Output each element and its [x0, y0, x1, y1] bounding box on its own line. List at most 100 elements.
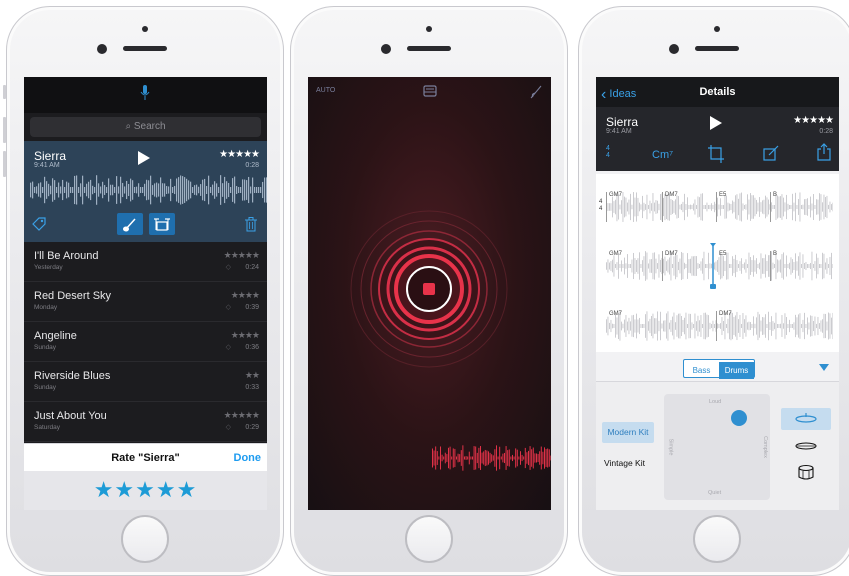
recording-rating[interactable]: ★★★★★	[219, 149, 260, 160]
mute-switch	[3, 85, 6, 99]
chord-label: DM7	[665, 192, 678, 198]
instrument-toggle[interactable]: Bass Drums	[683, 359, 755, 379]
hihat-button[interactable]	[781, 435, 831, 457]
drum-xy-pad[interactable]: Loud Quiet Simple Complex	[664, 394, 770, 500]
time-signature-bottom: 4	[599, 206, 603, 212]
drums-tab[interactable]: Drums	[719, 362, 754, 379]
pad-position-dot[interactable]	[731, 410, 747, 426]
chord-label: DM7	[665, 251, 678, 257]
recording-date: Saturday	[34, 424, 61, 431]
chord-row: GM7 DM7 E5 B	[606, 192, 833, 222]
time-signature-top: 4	[599, 199, 603, 205]
proximity-sensor	[142, 26, 148, 32]
pad-label-top: Loud	[709, 399, 722, 405]
share-icon[interactable]	[817, 143, 831, 161]
tag-icon: ◇	[225, 424, 231, 431]
proximity-sensor	[426, 26, 432, 32]
vintage-kit-option[interactable]: Vintage Kit	[604, 458, 645, 468]
chord-sheet[interactable]: 44 GM7 DM7 E5 B GM7 DM7 E5 B GM7 DM7	[596, 174, 839, 352]
list-item[interactable]: Angeline Sunday ★★★★ ◇ 0:36	[24, 322, 267, 362]
search-field[interactable]: ⌕ Search	[30, 117, 261, 137]
rate-sheet-header: Rate "Sierra" Done	[24, 443, 267, 472]
recording-date: Monday	[34, 304, 58, 311]
home-button	[121, 515, 169, 563]
recording-duration: 0:28	[819, 128, 833, 135]
recording-date: Sunday	[34, 344, 57, 351]
recording-duration: 0:24	[245, 264, 259, 271]
drum-panel: Modern Kit Vintage Kit Loud Quiet Simple…	[596, 381, 839, 510]
library-screen: ⌕ Search Sierra 9:41 AM ★★★★★ 0:28 I'll …	[24, 77, 267, 510]
recording-date: Yesterday	[34, 264, 63, 271]
stop-button[interactable]	[423, 283, 435, 295]
search-placeholder: Search	[133, 121, 166, 132]
snare-button[interactable]	[781, 462, 831, 484]
guitar-button[interactable]	[117, 213, 143, 235]
time-signature-label: 44	[599, 199, 602, 213]
recording-title: Riverside Blues	[34, 370, 111, 382]
recording-time: 9:41 AM	[606, 128, 632, 135]
chord-label: GM7	[609, 251, 623, 257]
front-camera	[669, 44, 679, 54]
auto-button[interactable]: AUTO	[316, 87, 335, 94]
bar-line	[662, 251, 663, 281]
collapse-triangle-icon[interactable]	[819, 364, 829, 371]
home-button	[693, 515, 741, 563]
phone-frame-details: ‹ Ideas Details Sierra 9:41 AM ★★★★★ 0:2…	[578, 6, 849, 576]
bar-line	[770, 251, 771, 281]
home-button	[405, 515, 453, 563]
recording-header: Sierra 9:41 AM ★★★★★ 0:28 4 4 Cm⁷	[596, 107, 839, 171]
edit-icon[interactable]	[763, 145, 779, 161]
recording-rating: ★★★★★	[223, 410, 260, 420]
library-tray-icon[interactable]	[423, 85, 437, 97]
tag-icon: ◇	[225, 264, 231, 271]
chord-label: B	[773, 251, 778, 257]
volume-up-button	[3, 117, 6, 143]
list-item[interactable]: Just About You Saturday ★★★★★ ◇ 0:29	[24, 402, 267, 442]
star-rating-picker[interactable]: ★★★★★	[24, 471, 267, 510]
play-icon[interactable]	[710, 116, 722, 130]
hihat-icon	[795, 442, 817, 450]
list-item[interactable]: Red Desert Sky Monday ★★★★ ◇ 0:39	[24, 282, 267, 322]
recording-duration: 0:33	[245, 384, 259, 391]
key-button[interactable]: Cm⁷	[652, 149, 673, 161]
drums-button[interactable]	[149, 213, 175, 235]
chord-row: GM7 DM7	[606, 311, 833, 341]
selected-recording[interactable]: Sierra 9:41 AM ★★★★★ 0:28	[24, 141, 267, 242]
chord-label: E5	[719, 251, 727, 257]
crop-icon[interactable]	[708, 145, 724, 163]
tag-icon: ◇	[225, 344, 231, 351]
bar-line	[716, 311, 717, 341]
bar-line	[662, 192, 663, 222]
earpiece-speaker	[407, 46, 451, 51]
pad-label-right: Complex	[762, 436, 769, 458]
bass-tab[interactable]: Bass	[684, 362, 719, 379]
details-screen: ‹ Ideas Details Sierra 9:41 AM ★★★★★ 0:2…	[596, 77, 839, 510]
playhead-handle[interactable]	[709, 243, 717, 289]
time-signature-top: 4	[606, 145, 610, 152]
tuner-icon[interactable]	[529, 85, 543, 99]
recording-title: I'll Be Around	[34, 250, 99, 262]
bar-line	[716, 192, 717, 222]
recording-toolbar	[24, 213, 267, 237]
chord-label: DM7	[719, 311, 732, 317]
chord-row: GM7 DM7 E5 B	[606, 243, 833, 289]
chord-label: GM7	[609, 192, 623, 198]
trash-icon[interactable]	[245, 217, 257, 232]
pad-label-left: Simple	[667, 438, 674, 456]
cymbal-button[interactable]	[781, 408, 831, 430]
recording-title: Red Desert Sky	[34, 290, 112, 302]
recording-rating[interactable]: ★★★★★	[793, 115, 834, 126]
tag-icon[interactable]	[32, 217, 46, 231]
done-button[interactable]: Done	[234, 452, 262, 464]
time-signature-button[interactable]: 4 4	[606, 145, 610, 159]
earpiece-speaker	[695, 46, 739, 51]
play-icon[interactable]	[138, 151, 150, 165]
recording-duration: 0:28	[245, 162, 259, 169]
search-icon: ⌕	[125, 121, 134, 132]
phone-frame-recorder: AUTO	[290, 6, 568, 576]
modern-kit-option[interactable]: Modern Kit	[602, 422, 654, 443]
waveform[interactable]	[30, 175, 267, 205]
list-item[interactable]: Riverside Blues Sunday ★★ 0:33	[24, 362, 267, 402]
list-item[interactable]: I'll Be Around Yesterday ★★★★★ ◇ 0:24	[24, 242, 267, 282]
microphone-icon[interactable]	[140, 85, 150, 101]
